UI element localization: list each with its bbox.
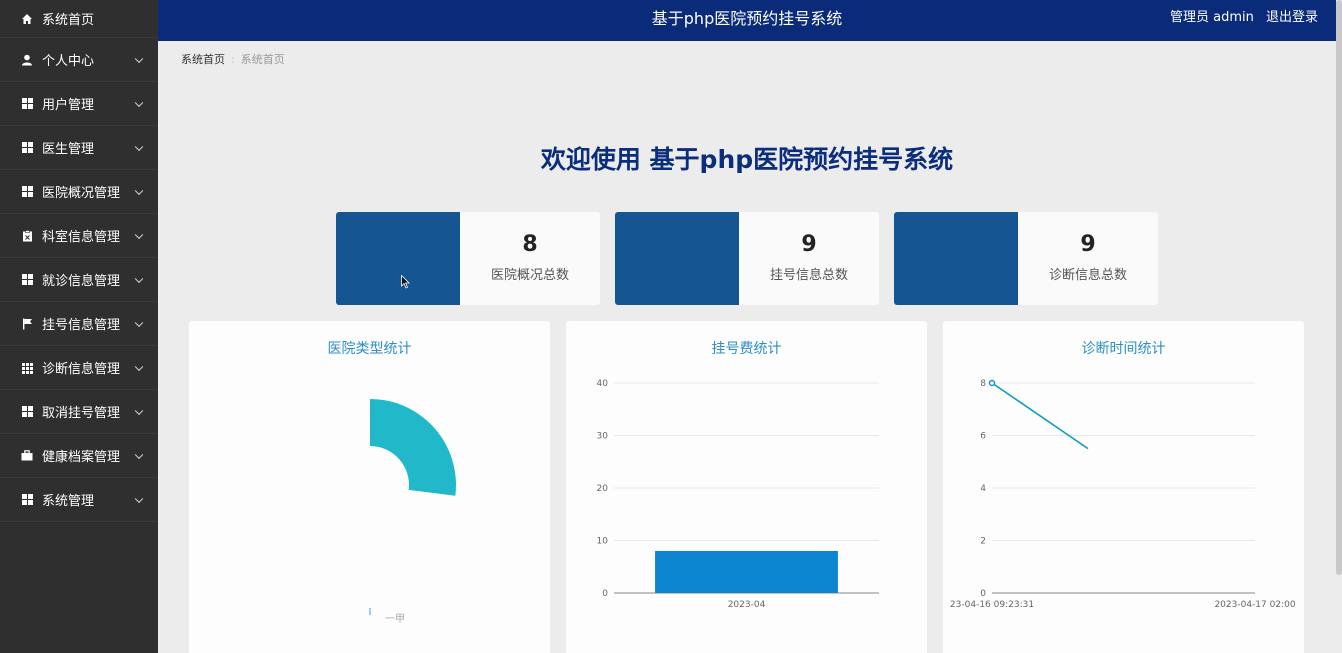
series-line [991,382,1089,450]
sidebar-item-system[interactable]: 系统管理 [0,478,158,522]
y-tick-label: 30 [597,432,609,442]
chevron-down-icon [134,274,144,283]
user-area: 管理员 admin 退出登录 [1162,0,1318,36]
stat-label: 医院概况总数 [490,268,569,283]
pie-slice [370,399,456,496]
app-title: 基于php医院预约挂号系统 [651,9,843,28]
breadcrumb-separator: : [231,53,235,66]
breadcrumb-root[interactable]: 系统首页 [181,53,225,66]
x-tick-label: 23-04-16 09:23:31 [950,600,1034,610]
y-tick-label: 10 [597,537,609,547]
chevron-down-icon [134,362,144,371]
current-user: 管理员 admin [1169,10,1254,25]
y-tick-label: 40 [597,379,609,389]
sidebar-item-label: 用户管理 [42,98,95,113]
sidebar-item-diagnosis[interactable]: 诊断信息管理 [0,346,158,390]
y-tick-label: 0 [602,589,608,599]
grid-icon [20,97,34,111]
welcome-title: 欢迎使用 基于php医院预约挂号系统 [540,145,954,174]
stat-card-registrations: 9 挂号信息总数 [615,212,879,305]
x-tick-label: 2023-04 [728,600,766,610]
line-chart: 0 2 4 6 8 23-04-16 09:23:31 2023-04-17 02:00 [950,379,1296,610]
sidebar-item-health-records[interactable]: 健康档案管理 [0,434,158,478]
stat-label: 挂号信息总数 [769,268,848,283]
stat-card-icon-area [336,212,460,305]
stat-value: 8 [522,232,538,257]
y-tick-label: 2 [980,537,986,547]
chart-panel-diagnosis-time: 诊断时间统计 0 2 4 6 8 23-04-16 09:23:31 2023-04-17 … [943,321,1304,653]
sidebar-item-label: 个人中心 [42,54,95,69]
top-header: 基于php医院预约挂号系统 管理员 admin 退出登录 [158,0,1336,41]
sidebar-item-hospital-overview[interactable]: 医院概况管理 [0,170,158,214]
sidebar-item-registrations[interactable]: 挂号信息管理 [0,302,158,346]
stat-card-diagnosis: 9 诊断信息总数 [894,212,1158,305]
sidebar-item-home[interactable]: 系统首页 [0,0,158,38]
table-icon [20,361,34,375]
scrollbar[interactable] [1336,0,1342,575]
sidebar-item-label: 就诊信息管理 [42,274,121,289]
sidebar-item-cancellations[interactable]: 取消挂号管理 [0,390,158,434]
sidebar-item-users[interactable]: 用户管理 [0,82,158,126]
sidebar-item-label: 医院概况管理 [42,186,121,201]
chevron-down-icon [134,54,144,63]
chart-panel-hospital-type: 医院类型统计 一甲 [189,321,550,653]
sidebar-item-label: 科室信息管理 [42,230,121,245]
y-tick-label: 4 [980,484,986,494]
stat-card-icon-area [894,212,1018,305]
user-icon [20,53,34,67]
sidebar-item-label: 挂号信息管理 [42,318,121,333]
grid-icon [20,273,34,287]
grid-icon [20,493,34,507]
sidebar-item-personal[interactable]: 个人中心 [0,38,158,82]
data-point [988,379,996,387]
bar-chart: 0 10 20 30 40 2023-04 [597,379,879,610]
stat-card-icon-area [615,212,739,305]
sidebar-item-label: 诊断信息管理 [42,362,121,377]
sidebar-item-visits[interactable]: 就诊信息管理 [0,258,158,302]
grid-icon [20,185,34,199]
sidebar-item-label: 系统首页 [42,13,95,28]
x-tick-label: 2023-04-17 02:00 [1214,600,1295,610]
stat-value: 9 [801,232,817,257]
chevron-down-icon [134,318,144,327]
sidebar-item-doctors[interactable]: 医生管理 [0,126,158,170]
home-icon [20,12,34,26]
chevron-down-icon [134,186,144,195]
sidebar-item-label: 取消挂号管理 [42,406,121,421]
flag-icon [20,317,34,331]
sidebar-item-label: 医生管理 [42,142,95,157]
chart-panel-registration-fee: 挂号费统计 0 10 20 30 40 2023-04 [566,321,927,653]
mouse-cursor-icon [401,274,411,294]
pie-chart: 一甲 [369,399,456,625]
sidebar-item-departments[interactable]: 科室信息管理 [0,214,158,258]
breadcrumb: 系统首页: 系统首页 [181,51,285,67]
y-tick-label: 8 [980,379,986,389]
sidebar-item-label: 系统管理 [42,494,95,509]
breadcrumb-current: 系统首页 [240,53,285,66]
briefcase-icon [20,449,34,463]
y-tick-label: 6 [980,432,986,442]
sidebar: 系统首页 个人中心 用户管理 医生管理 医院概况管理 科室信息管理 就诊信息管理 [0,0,158,653]
chevron-down-icon [134,450,144,459]
clipboard-icon [20,229,34,243]
chevron-down-icon [134,230,144,239]
legend-marker [369,608,371,615]
chevron-down-icon [134,142,144,151]
grid-icon [20,405,34,419]
logout-button[interactable]: 退出登录 [1266,10,1318,25]
bar [655,551,838,593]
stat-value: 9 [1080,232,1096,257]
y-tick-label: 0 [980,589,986,599]
y-tick-label: 20 [597,484,609,494]
stat-card-hospital-overview: 8 医院概况总数 [336,212,600,305]
chevron-down-icon [134,406,144,415]
chevron-down-icon [134,494,144,503]
sidebar-item-label: 健康档案管理 [42,450,121,465]
stat-label: 诊断信息总数 [1048,268,1127,283]
grid-icon [20,141,34,155]
chevron-down-icon [134,98,144,107]
legend-label: 一甲 [385,614,405,625]
